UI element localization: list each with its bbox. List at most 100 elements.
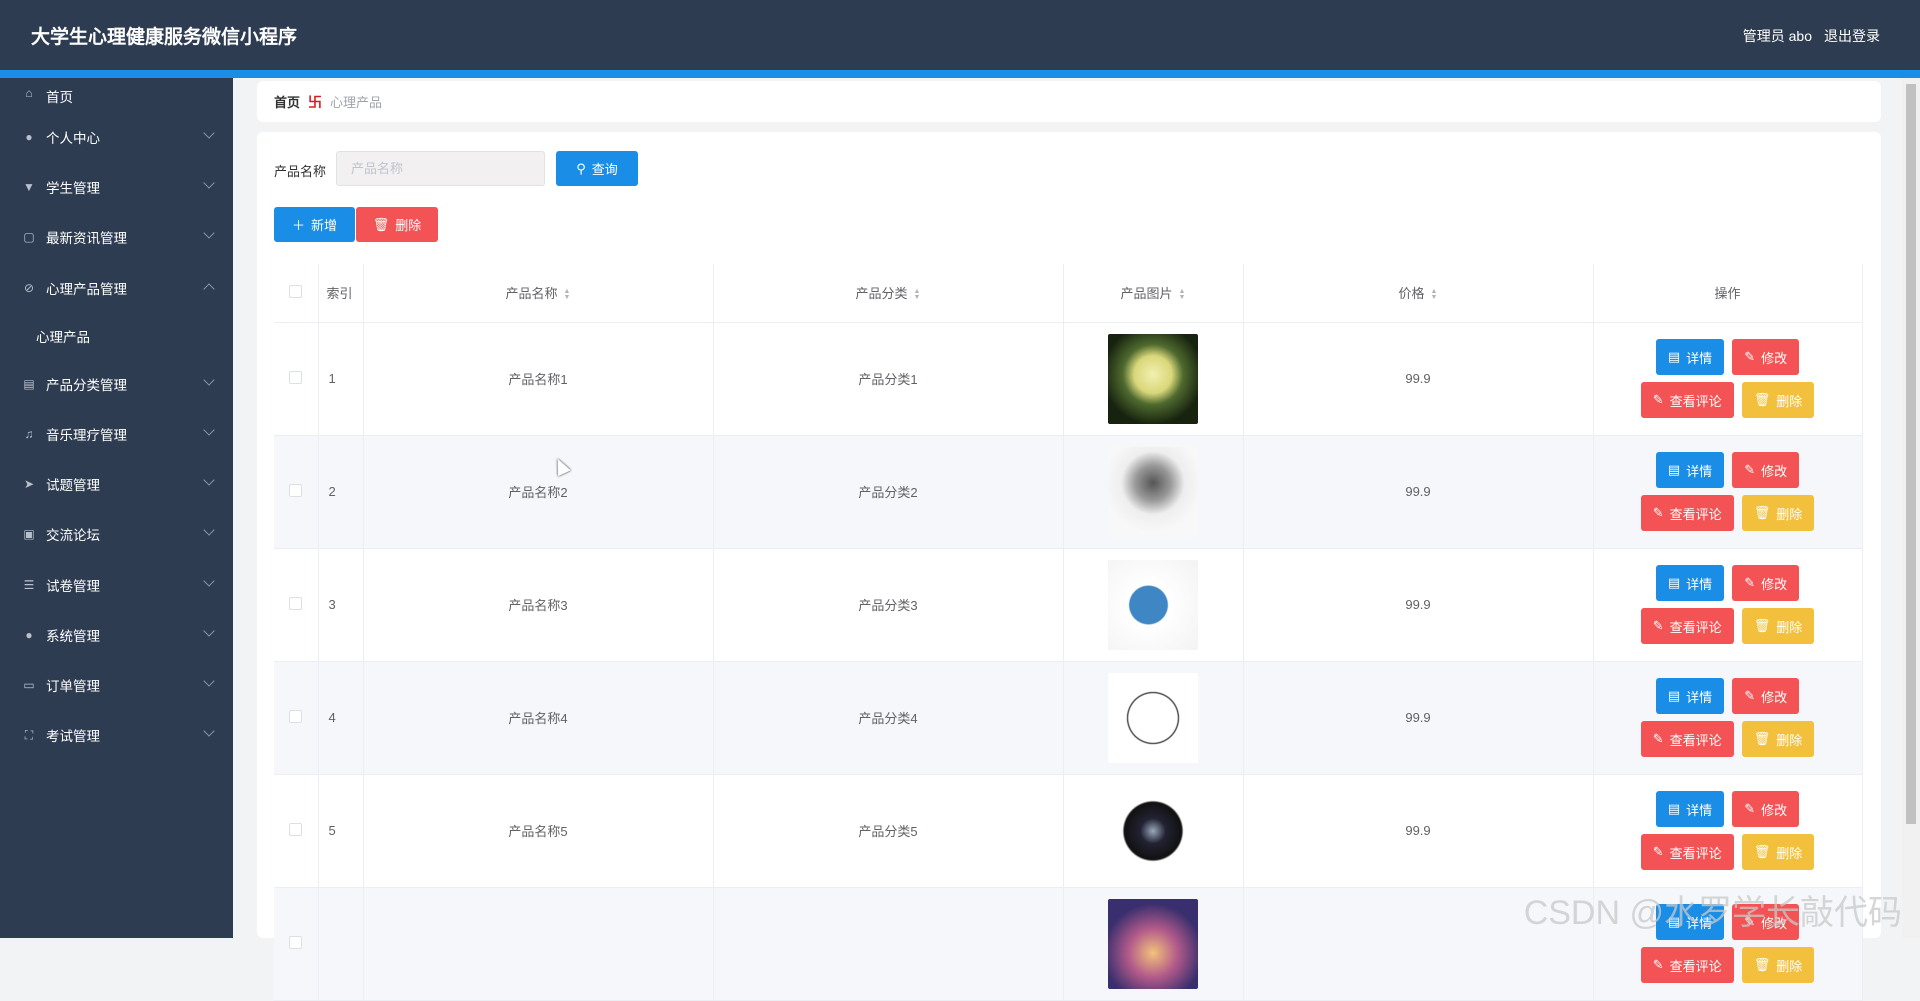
edit-label: 修改: [1761, 463, 1788, 479]
view-comments-button[interactable]: ✎ 查看评论: [1640, 834, 1734, 870]
detail-button[interactable]: ▤ 详情: [1655, 791, 1725, 827]
image-cell: [1063, 322, 1244, 436]
trash-icon: 🗑: [1753, 618, 1771, 633]
price-cell: 99.9: [1243, 661, 1594, 775]
home-icon: ⌂: [25, 86, 33, 100]
logout-link[interactable]: 退出登录: [1824, 26, 1880, 46]
delete-button[interactable]: 🗑 删除: [1741, 608, 1815, 644]
sort-icon[interactable]: ▲ ▼: [1179, 288, 1186, 301]
detail-button[interactable]: ▤ 详情: [1655, 678, 1725, 714]
sidebar-item[interactable]: ▣ 交流论坛: [0, 509, 233, 559]
product-image[interactable]: [1108, 559, 1198, 650]
header-name[interactable]: 产品名称 ▲ ▼: [363, 264, 714, 323]
row-checkbox[interactable]: [289, 822, 303, 836]
product-image[interactable]: [1108, 333, 1198, 424]
chevron-down-icon: [203, 374, 215, 386]
row-checkbox[interactable]: [289, 483, 303, 497]
batch-delete-button[interactable]: 🗑 删除: [356, 207, 438, 242]
actions-cell: ▤ 详情 ✎ 修改 ✎ 查看评论 🗑 删除: [1593, 661, 1863, 775]
view-comments-button[interactable]: ✎ 查看评论: [1640, 947, 1734, 983]
query-button[interactable]: ⚲ 查询: [556, 151, 638, 186]
product-image[interactable]: [1108, 672, 1198, 763]
select-all-checkbox[interactable]: [289, 284, 303, 298]
sidebar-item[interactable]: ● 个人中心: [0, 112, 233, 162]
sidebar-item[interactable]: ▤ 产品分类管理: [0, 359, 233, 409]
sidebar-item-label: 首页: [46, 90, 73, 105]
delete-button[interactable]: 🗑 删除: [1741, 721, 1815, 757]
sidebar-item[interactable]: ☰ 试卷管理: [0, 560, 233, 610]
sidebar-item[interactable]: ● 系统管理: [0, 610, 233, 660]
row-checkbox[interactable]: [289, 709, 303, 723]
edit-button[interactable]: ✎ 修改: [1732, 452, 1800, 488]
delete-button[interactable]: 🗑 删除: [1741, 947, 1815, 983]
edit-button[interactable]: ✎ 修改: [1732, 791, 1800, 827]
edit-button[interactable]: ✎ 修改: [1732, 339, 1800, 375]
row-checkbox[interactable]: [289, 370, 303, 384]
row-checkbox[interactable]: [289, 596, 303, 610]
chevron-down-icon: [203, 227, 215, 240]
sidebar-item[interactable]: ▭ 订单管理: [0, 660, 233, 710]
bell-off-icon: ⊘: [23, 280, 35, 295]
view-comments-button[interactable]: ✎ 查看评论: [1640, 608, 1734, 644]
detail-button[interactable]: ▤ 详情: [1655, 339, 1725, 375]
scrollbar-thumb[interactable]: [1906, 84, 1916, 824]
delete-row-label: 删除: [1776, 619, 1803, 635]
delete-button[interactable]: 🗑 删除: [1741, 495, 1815, 531]
delete-row-label: 删除: [1776, 958, 1803, 974]
sidebar-item[interactable]: ⌂ 首页: [0, 78, 233, 112]
detail-label: 详情: [1686, 576, 1713, 592]
view-comments-button[interactable]: ✎ 查看评论: [1640, 495, 1734, 531]
header-name-label: 产品名称: [505, 286, 558, 302]
product-image[interactable]: [1108, 446, 1198, 537]
row-checkbox[interactable]: [289, 935, 303, 949]
index-cell: 5: [318, 774, 364, 888]
sort-icon[interactable]: ▲ ▼: [1431, 288, 1438, 301]
sidebar-item[interactable]: ▼ 学生管理: [0, 162, 233, 212]
image-cell: [1063, 774, 1244, 888]
detail-button[interactable]: ▤ 详情: [1655, 452, 1725, 488]
select-cell: [274, 887, 319, 1001]
document-icon: ▤: [1667, 575, 1681, 590]
sliders-icon: ☰: [23, 577, 35, 592]
edit-icon: ✎: [1652, 505, 1664, 520]
trash-icon: 🗑: [1753, 505, 1771, 520]
sidebar-item[interactable]: ▢ 最新资讯管理: [0, 212, 233, 262]
sidebar-item-label: 系统管理: [46, 628, 100, 644]
sidebar-item-label: 产品分类管理: [46, 377, 127, 393]
sidebar-item[interactable]: ⛶ 考试管理: [0, 710, 233, 760]
category-cell: 产品分类5: [713, 774, 1064, 888]
sort-icon[interactable]: ▲ ▼: [914, 288, 921, 301]
document-icon: ▤: [1667, 801, 1681, 816]
delete-button[interactable]: 🗑 删除: [1741, 382, 1815, 418]
edit-label: 修改: [1761, 689, 1788, 705]
sidebar-item[interactable]: ♫ 音乐理疗管理: [0, 409, 233, 459]
product-image[interactable]: [1108, 898, 1198, 989]
table-row: 5 产品名称5 产品分类5 99.9 ▤ 详情 ✎ 修改 ✎ 查看评论 🗑 删除: [274, 774, 1863, 888]
chevron-down-icon: [203, 424, 215, 436]
view-comments-button[interactable]: ✎ 查看评论: [1640, 721, 1734, 757]
product-name-input[interactable]: [336, 151, 545, 186]
student-icon: ▼: [23, 180, 35, 195]
delete-button[interactable]: 🗑 删除: [1741, 834, 1815, 870]
product-image[interactable]: [1108, 785, 1198, 876]
detail-button[interactable]: ▤ 详情: [1655, 565, 1725, 601]
header-index-label: 索引: [326, 286, 353, 302]
sort-icon[interactable]: ▲ ▼: [564, 288, 571, 301]
header-category[interactable]: 产品分类 ▲ ▼: [713, 264, 1064, 323]
music-icon: ♫: [24, 427, 34, 442]
edit-button[interactable]: ✎ 修改: [1732, 565, 1800, 601]
detail-label: 详情: [1686, 463, 1713, 479]
page-scrollbar[interactable]: [1902, 78, 1920, 938]
sidebar: ⌂ 首页 ● 个人中心 ▼ 学生管理 ▢ 最新资讯管理 ⊘ 心理产品管理 心理产品 ▤ 产品分类管理 ♫ 音…: [0, 78, 233, 938]
edit-button[interactable]: ✎ 修改: [1732, 678, 1800, 714]
sidebar-item[interactable]: ➤ 试题管理: [0, 459, 233, 509]
sidebar-item[interactable]: 心理产品: [0, 313, 233, 359]
header-price[interactable]: 价格 ▲ ▼: [1243, 264, 1594, 323]
header-image[interactable]: 产品图片 ▲ ▼: [1063, 264, 1244, 323]
add-button[interactable]: ＋ 新增: [274, 207, 355, 242]
view-comments-button[interactable]: ✎ 查看评论: [1640, 382, 1734, 418]
sidebar-item-label: 音乐理疗管理: [46, 428, 127, 444]
sidebar-item[interactable]: ⊘ 心理产品管理: [0, 263, 233, 313]
breadcrumb-home[interactable]: 首页: [274, 92, 300, 111]
edit-label: 修改: [1761, 350, 1788, 366]
